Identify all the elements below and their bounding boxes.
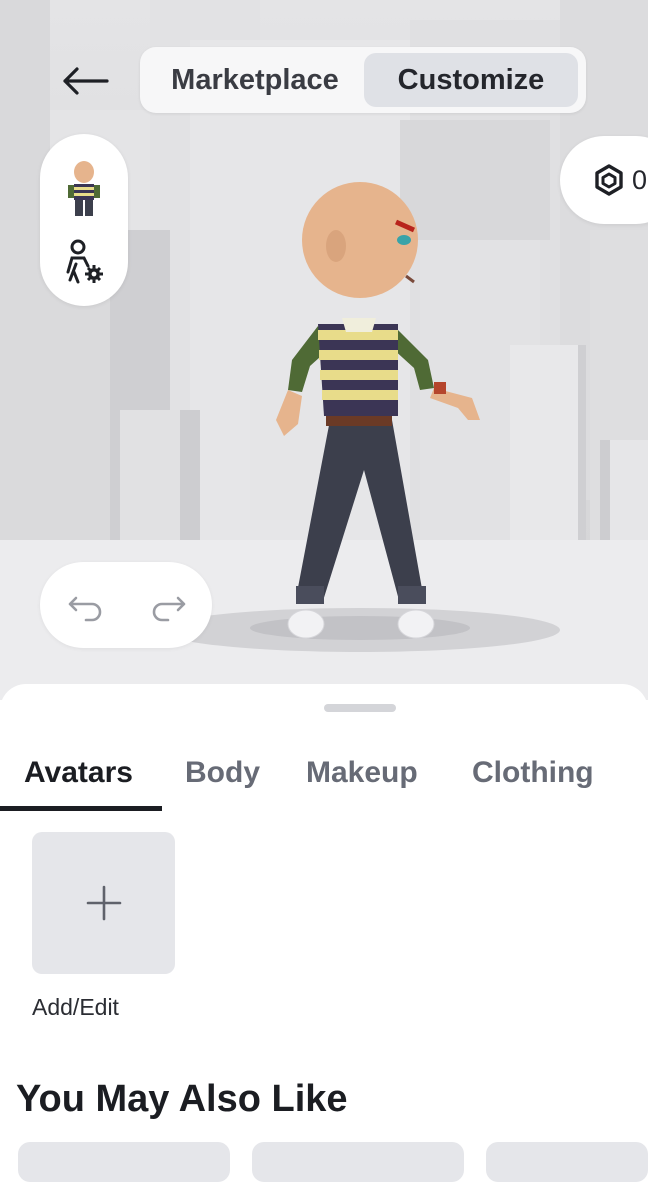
recommended-item-card[interactable] bbox=[486, 1142, 648, 1182]
tab-body[interactable]: Body bbox=[185, 756, 260, 790]
sheet-drag-handle[interactable] bbox=[324, 704, 396, 712]
undo-icon[interactable] bbox=[66, 586, 106, 626]
customize-sheet: Avatars Body Makeup Clothing Add/Edit Yo… bbox=[0, 684, 648, 1182]
avatar-settings-icon[interactable] bbox=[64, 238, 106, 286]
redo-icon[interactable] bbox=[148, 586, 188, 626]
add-edit-avatar-button[interactable] bbox=[32, 832, 175, 974]
avatar-thumbnail-icon[interactable] bbox=[62, 158, 106, 222]
history-controls bbox=[40, 562, 212, 648]
recommended-item-card[interactable] bbox=[18, 1142, 230, 1182]
add-edit-label: Add/Edit bbox=[32, 994, 119, 1020]
plus-icon bbox=[86, 885, 121, 921]
side-toolbar bbox=[40, 134, 128, 306]
recommendations-title: You May Also Like bbox=[16, 1078, 348, 1120]
robux-balance-button[interactable]: 0 bbox=[560, 136, 648, 224]
tab-clothing[interactable]: Clothing bbox=[472, 756, 594, 790]
tab-avatars[interactable]: Avatars bbox=[24, 756, 133, 790]
arrow-left-icon bbox=[63, 67, 109, 95]
category-tabs: Avatars Body Makeup Clothing bbox=[0, 748, 648, 811]
tab-marketplace[interactable]: Marketplace bbox=[146, 53, 364, 107]
tab-customize[interactable]: Customize bbox=[364, 53, 578, 107]
robux-icon bbox=[595, 164, 623, 196]
mode-switcher: Marketplace Customize bbox=[140, 47, 586, 113]
active-tab-indicator bbox=[0, 806, 162, 811]
back-button[interactable] bbox=[58, 60, 112, 102]
robux-count: 0 bbox=[632, 164, 648, 195]
recommended-item-card[interactable] bbox=[252, 1142, 464, 1182]
tab-makeup[interactable]: Makeup bbox=[306, 756, 418, 790]
